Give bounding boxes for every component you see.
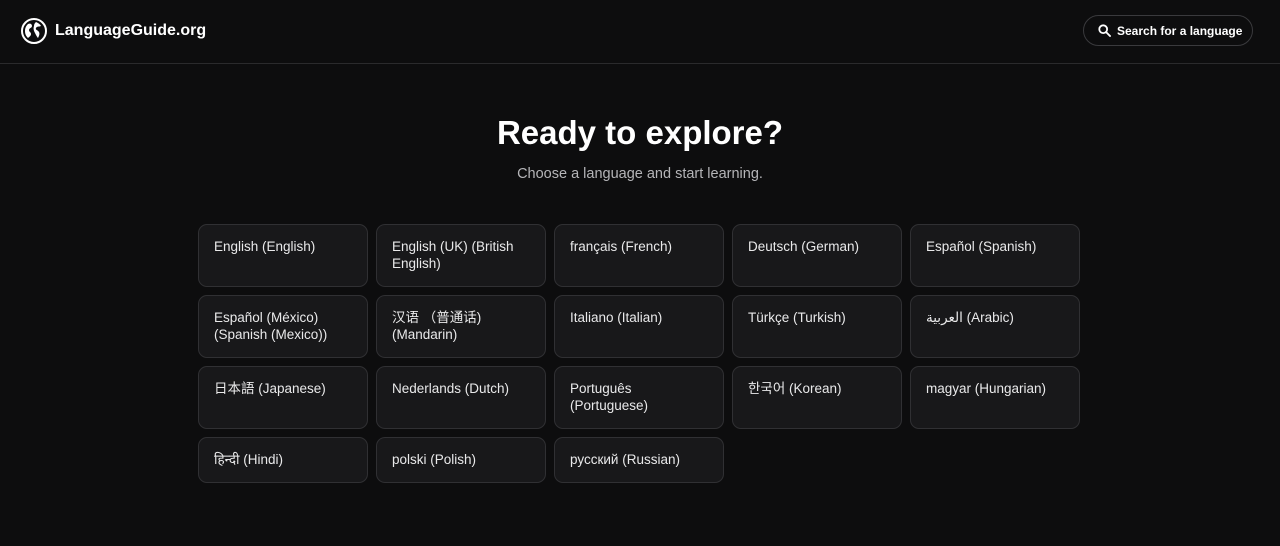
language-card-arabic[interactable]: العربية (Arabic) <box>910 295 1080 358</box>
language-card-japanese[interactable]: 日本語 (Japanese) <box>198 366 368 429</box>
language-card-hindi[interactable]: हिन्दी (Hindi) <box>198 437 368 483</box>
page-title: Ready to explore? <box>496 114 784 151</box>
language-card-portuguese[interactable]: Português (Portuguese) <box>554 366 724 429</box>
globe-icon <box>21 18 47 44</box>
search-icon <box>1098 24 1111 37</box>
site-header: LanguageGuide.org Search for a language <box>0 0 1280 64</box>
language-card-spanish[interactable]: Español (Spanish) <box>910 224 1080 287</box>
search-button-label: Search for a language <box>1117 23 1243 38</box>
brand-home-link[interactable]: LanguageGuide.org <box>21 17 206 45</box>
language-card-hungarian[interactable]: magyar (Hungarian) <box>910 366 1080 429</box>
language-card-korean[interactable]: 한국어 (Korean) <box>732 366 902 429</box>
page-subtitle: Choose a language and start learning. <box>517 166 763 182</box>
language-card-dutch[interactable]: Nederlands (Dutch) <box>376 366 546 429</box>
language-card-mandarin[interactable]: 汉语 （普通话) (Mandarin) <box>376 295 546 358</box>
language-card-english-uk[interactable]: English (UK) (British English) <box>376 224 546 287</box>
language-card-russian[interactable]: русский (Russian) <box>554 437 724 483</box>
brand-name: LanguageGuide.org <box>55 22 207 39</box>
language-card-french[interactable]: français (French) <box>554 224 724 287</box>
language-grid: English (English) English (UK) (British … <box>198 224 1080 483</box>
language-card-german[interactable]: Deutsch (German) <box>732 224 902 287</box>
language-card-polish[interactable]: polski (Polish) <box>376 437 546 483</box>
language-card-turkish[interactable]: Türkçe (Turkish) <box>732 295 902 358</box>
language-card-italian[interactable]: Italiano (Italian) <box>554 295 724 358</box>
language-card-english[interactable]: English (English) <box>198 224 368 287</box>
search-language-button[interactable]: Search for a language <box>1083 15 1253 46</box>
language-card-spanish-mexico[interactable]: Español (México) (Spanish (Mexico)) <box>198 295 368 358</box>
